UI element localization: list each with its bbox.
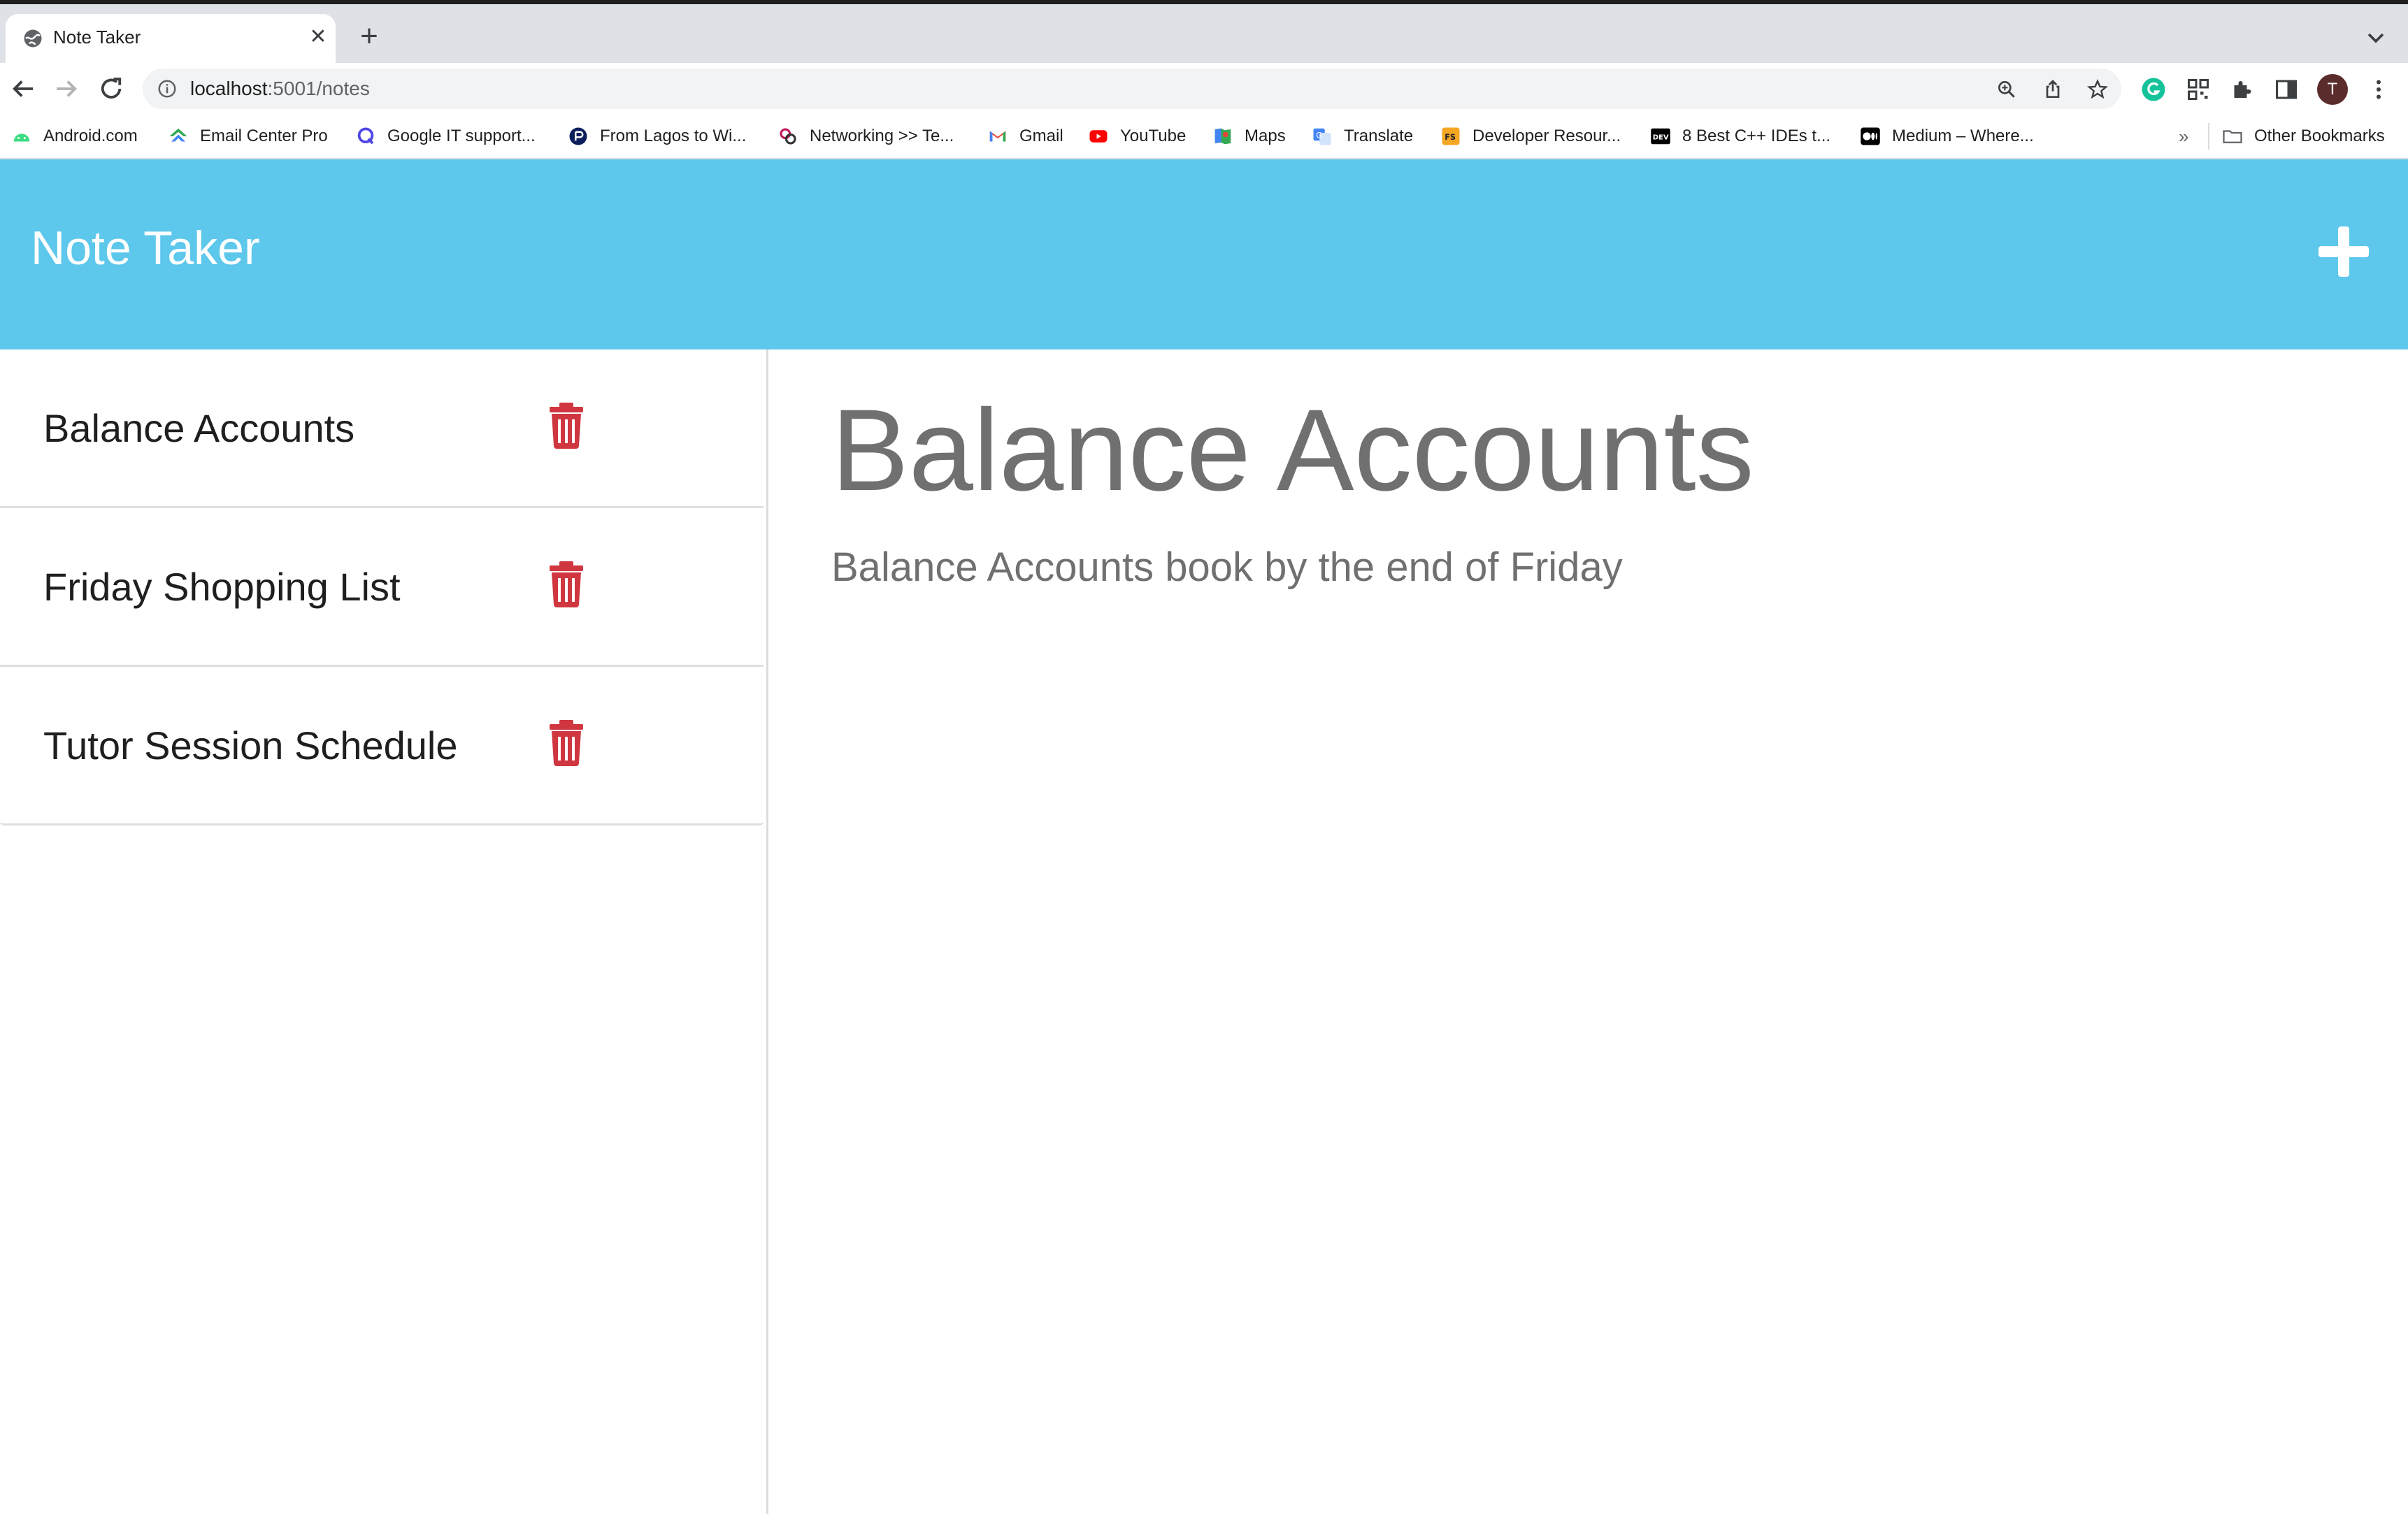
- browser-toolbar: localhost:5001/notes T: [0, 63, 2408, 115]
- tab-title: Note Taker: [53, 27, 141, 48]
- bookmark-star-icon[interactable]: [2086, 78, 2109, 101]
- bookmark-label: Android.com: [43, 127, 138, 145]
- reload-icon[interactable]: [96, 74, 126, 103]
- bookmarks-overflow-button[interactable]: »: [2179, 124, 2188, 148]
- tab-note-taker[interactable]: Note Taker ✕: [6, 14, 336, 63]
- side-panel-icon[interactable]: [2274, 77, 2299, 102]
- circle-logo-icon: [569, 127, 587, 145]
- maps-icon: [1214, 128, 1231, 145]
- globe-icon: [24, 29, 42, 48]
- plus-icon[interactable]: [2316, 224, 2372, 280]
- folder-icon: [2223, 130, 2242, 143]
- bookmark-networking[interactable]: Networking >> Te...: [777, 124, 954, 148]
- bookmark-translate[interactable]: G Translate: [1312, 124, 1413, 148]
- tab-close-icon[interactable]: ✕: [308, 27, 329, 48]
- browser-menu-icon[interactable]: [2366, 77, 2391, 102]
- bookmark-youtube[interactable]: YouTube: [1088, 124, 1186, 148]
- svg-text:DEV: DEV: [1653, 134, 1669, 141]
- tab-search-chevron-icon[interactable]: [2362, 24, 2390, 52]
- qr-code-icon[interactable]: [2186, 77, 2211, 102]
- bookmark-cpp-ides[interactable]: DEV 8 Best C++ IDEs t...: [1650, 124, 1830, 148]
- bookmark-developer-resources[interactable]: FS Developer Resour...: [1440, 124, 1621, 148]
- bookmark-medium[interactable]: Medium – Where...: [1860, 124, 2034, 148]
- bookmark-label: Gmail: [1019, 127, 1063, 145]
- other-bookmarks-folder[interactable]: Other Bookmarks: [2222, 124, 2385, 148]
- note-list-item[interactable]: Tutor Session Schedule: [0, 667, 764, 826]
- forward-arrow-icon[interactable]: [52, 74, 81, 103]
- note-editor: Balance Accounts Balance Accounts book b…: [768, 349, 2408, 1514]
- youtube-icon: [1089, 130, 1108, 143]
- bookmark-google-it-support[interactable]: Google IT support...: [355, 124, 536, 148]
- note-item-title[interactable]: Balance Accounts: [43, 405, 354, 451]
- url-path: :5001/notes: [267, 78, 370, 99]
- notes-sidebar: Balance Accounts Friday Shopping List Tu…: [0, 349, 768, 1514]
- bookmark-from-lagos[interactable]: From Lagos to Wi...: [568, 124, 746, 148]
- bookmark-label: Email Center Pro: [200, 127, 328, 145]
- bookmark-label: 8 Best C++ IDEs t...: [1682, 127, 1831, 145]
- url-host: localhost: [190, 78, 268, 99]
- bookmark-gmail[interactable]: Gmail: [987, 124, 1063, 148]
- note-item-title[interactable]: Tutor Session Schedule: [43, 723, 457, 768]
- bookmark-label: Developer Resour...: [1472, 127, 1621, 145]
- trash-icon[interactable]: [548, 561, 585, 607]
- svg-text:G: G: [1316, 131, 1322, 140]
- note-text-field[interactable]: Balance Accounts book by the end of Frid…: [831, 544, 1623, 591]
- trash-icon[interactable]: [548, 720, 585, 766]
- android-icon: [13, 134, 30, 142]
- bookmark-label: Google IT support...: [387, 127, 536, 145]
- svg-text:FS: FS: [1445, 133, 1456, 142]
- note-list-item[interactable]: Balance Accounts: [0, 349, 764, 508]
- bookmark-label: YouTube: [1120, 127, 1187, 145]
- grammarly-icon[interactable]: [2141, 77, 2166, 102]
- extensions-puzzle-icon[interactable]: [2229, 77, 2254, 102]
- gmail-icon: [989, 131, 1006, 142]
- new-tab-icon[interactable]: +: [355, 21, 383, 52]
- bookmark-android[interactable]: Android.com: [11, 124, 138, 148]
- bookmark-label: From Lagos to Wi...: [600, 127, 747, 145]
- profile-avatar[interactable]: T: [2317, 74, 2348, 105]
- medium-icon: [1861, 127, 1880, 145]
- q-icon: [357, 127, 374, 145]
- fs-icon: FS: [1442, 127, 1460, 145]
- bookmarks-divider: [2208, 123, 2209, 150]
- translate-icon: G: [1313, 128, 1331, 145]
- bookmark-maps[interactable]: Maps: [1212, 124, 1286, 148]
- back-arrow-icon[interactable]: [8, 74, 38, 103]
- bookmark-label: Other Bookmarks: [2254, 127, 2385, 145]
- site-info-icon[interactable]: [157, 78, 178, 99]
- networking-icon: [780, 128, 796, 145]
- note-list-item[interactable]: Friday Shopping List: [0, 508, 764, 667]
- note-item-title[interactable]: Friday Shopping List: [43, 564, 401, 610]
- email-center-icon: [169, 128, 187, 142]
- bookmark-label: Translate: [1344, 127, 1414, 145]
- bookmark-label: Maps: [1245, 127, 1286, 145]
- app-title[interactable]: Note Taker: [31, 221, 260, 275]
- bookmark-label: Medium – Where...: [1892, 127, 2034, 145]
- note-list: Balance Accounts Friday Shopping List Tu…: [0, 349, 764, 826]
- url-text[interactable]: localhost:5001/notes: [190, 78, 370, 100]
- bookmarks-bar: Android.com Email Center Pro Google IT s…: [0, 115, 2408, 159]
- bookmark-label: Networking >> Te...: [810, 127, 954, 145]
- app-navbar: Note Taker: [0, 159, 2408, 349]
- address-bar[interactable]: localhost:5001/notes: [143, 69, 2121, 109]
- zoom-icon[interactable]: [1995, 78, 2018, 101]
- dev-icon: DEV: [1651, 128, 1670, 145]
- trash-icon[interactable]: [548, 403, 585, 449]
- bookmark-email-center-pro[interactable]: Email Center Pro: [168, 124, 328, 148]
- note-title-field[interactable]: Balance Accounts: [831, 384, 1754, 517]
- share-icon[interactable]: [2042, 78, 2064, 101]
- tab-strip: Note Taker ✕ +: [0, 4, 2408, 63]
